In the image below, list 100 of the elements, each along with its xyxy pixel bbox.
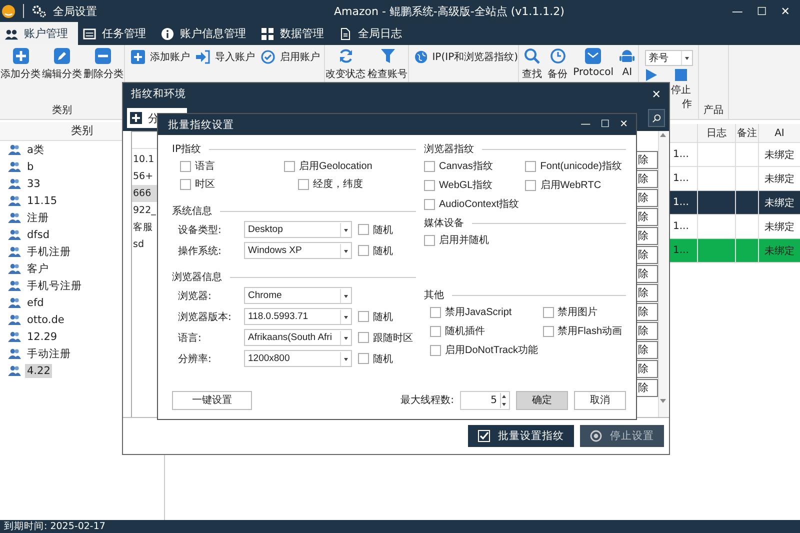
scrollbar[interactable]: [658, 131, 668, 417]
threads-spinner[interactable]: 5: [460, 390, 510, 410]
checkbox[interactable]: 随机插件: [430, 324, 538, 338]
tool-button[interactable]: 查找: [522, 48, 542, 119]
dropdown[interactable]: 118.0.5993.71: [244, 308, 352, 325]
category-item[interactable]: 客户: [25, 260, 51, 276]
category-item[interactable]: 手动注册: [25, 346, 73, 362]
checkbox-icon: [478, 430, 490, 442]
table-row[interactable]: 1... 未绑定: [669, 143, 800, 167]
maximize-button[interactable]: ☐: [756, 4, 767, 18]
minimize-button[interactable]: —: [580, 119, 591, 130]
checkbox[interactable]: WebGL指纹: [424, 178, 520, 192]
checkbox[interactable]: 经度，纬度: [284, 177, 416, 191]
category-item[interactable]: b: [25, 160, 36, 174]
category-item[interactable]: otto.de: [25, 312, 66, 326]
close-button[interactable]: ✕: [620, 119, 628, 130]
category-item[interactable]: 4.22: [25, 364, 52, 378]
tab[interactable]: 任务管理: [78, 22, 156, 45]
checkbox[interactable]: 启用DoNotTrack功能: [430, 343, 538, 357]
mode-select[interactable]: 养号: [644, 50, 692, 66]
checkbox[interactable]: 随机: [358, 352, 393, 366]
gear-icon[interactable]: [32, 4, 47, 18]
checkbox[interactable]: 随机: [358, 244, 393, 258]
category-item[interactable]: a类: [25, 142, 46, 158]
checkbox[interactable]: 语言: [180, 159, 284, 173]
check-circle-icon: [261, 50, 275, 64]
one-click-setup-button[interactable]: 一键设置: [172, 390, 252, 410]
checkbox[interactable]: 随机: [358, 222, 393, 236]
category-item[interactable]: 注册: [25, 210, 51, 226]
account-button[interactable]: 添加账户: [131, 50, 190, 64]
edit-category-button[interactable]: 编辑分类: [42, 48, 82, 103]
minus-icon: [95, 48, 112, 64]
status-button[interactable]: 检查账号: [368, 48, 408, 119]
tab[interactable]: 数据管理: [256, 22, 334, 45]
robot-icon: [619, 48, 636, 64]
category-item[interactable]: 11.15: [25, 194, 60, 208]
table-row[interactable]: 1... 未绑定: [669, 239, 800, 263]
checkbox[interactable]: 禁用JavaScript: [430, 305, 538, 319]
tool-button[interactable]: AI: [619, 48, 636, 119]
checkbox[interactable]: 禁用Flash动画: [542, 324, 622, 338]
global-settings-link[interactable]: 全局设置: [53, 4, 97, 18]
document-icon: [339, 28, 352, 40]
cancel-button[interactable]: 取消: [574, 390, 626, 410]
table-row[interactable]: 1... 未绑定: [669, 191, 800, 215]
checkbox[interactable]: 启用WebRTC: [525, 178, 622, 192]
checkbox[interactable]: 跟随时区: [358, 330, 413, 344]
checkbox[interactable]: 时区: [180, 177, 284, 191]
checkbox[interactable]: 启用并随机: [424, 233, 489, 247]
table-cell-text: 未绑定: [764, 196, 794, 210]
checkbox[interactable]: 随机: [358, 310, 393, 324]
delete-category-button[interactable]: 删除分类: [83, 48, 124, 103]
close-button[interactable]: ✕: [780, 4, 790, 18]
tool-button[interactable]: Protocol: [573, 48, 614, 119]
table-row[interactable]: 1... 未绑定: [669, 215, 800, 239]
plus-icon: [12, 48, 29, 64]
category-item[interactable]: 手机号注册: [25, 278, 84, 294]
tab[interactable]: 全局日志: [334, 22, 412, 45]
category-item[interactable]: 手机注册: [25, 244, 73, 260]
category-item[interactable]: 33: [25, 176, 42, 190]
maximize-button[interactable]: ☐: [600, 119, 610, 130]
close-button[interactable]: ✕: [652, 88, 661, 100]
dropdown[interactable]: Windows XP: [244, 242, 352, 259]
minimize-button[interactable]: —: [732, 4, 743, 18]
category-item[interactable]: dfsd: [25, 228, 52, 242]
account-button[interactable]: 启用账户: [261, 50, 320, 64]
ip-button[interactable]: IP(IP和浏览器指纹): [409, 45, 518, 64]
table-cell: 1...: [673, 245, 689, 256]
account-button[interactable]: 导入账户: [196, 50, 255, 64]
tool-button[interactable]: 备份: [548, 48, 568, 119]
status-button[interactable]: 改变状态: [326, 48, 366, 119]
tab[interactable]: 账户管理: [0, 22, 78, 45]
checkbox[interactable]: 禁用图片: [542, 305, 622, 319]
field-label: 最大线程数:: [400, 394, 454, 407]
table-row[interactable]: 1... 未绑定: [669, 167, 800, 191]
plus-icon: [131, 50, 145, 64]
checkbox[interactable]: Font(unicode)指纹: [525, 159, 622, 173]
table-cell: 1...: [673, 173, 689, 184]
dropdown[interactable]: Desktop: [244, 221, 352, 238]
section-title: 浏览器指纹: [424, 142, 474, 156]
stop-button[interactable]: 停止: [671, 69, 691, 97]
import-icon: [196, 50, 210, 64]
section-title: 其他: [424, 288, 444, 302]
dropdown[interactable]: 1200x800: [244, 350, 352, 367]
search-button[interactable]: [648, 109, 665, 127]
ok-button[interactable]: 确定: [516, 390, 568, 410]
checkbox[interactable]: 启用Geolocation: [284, 159, 416, 173]
table-cell-text: 未绑定: [764, 220, 794, 234]
add-category-button[interactable]: 添加分类: [0, 48, 41, 103]
dropdown[interactable]: Chrome: [244, 287, 352, 304]
dropdown[interactable]: Afrikaans(South Afri: [244, 329, 352, 346]
category-item[interactable]: efd: [25, 296, 46, 310]
target-icon: [590, 430, 602, 442]
checkbox[interactable]: AudioContext指纹: [424, 197, 520, 211]
field-label: 设备类型:: [178, 224, 222, 236]
checkbox[interactable]: Canvas指纹: [424, 159, 520, 173]
play-icon[interactable]: [646, 69, 657, 81]
batch-set-button[interactable]: 批量设置指纹: [468, 425, 574, 447]
category-item[interactable]: 12.29: [25, 330, 60, 344]
tab[interactable]: 账户信息管理: [156, 22, 256, 45]
users-icon: [8, 297, 21, 308]
